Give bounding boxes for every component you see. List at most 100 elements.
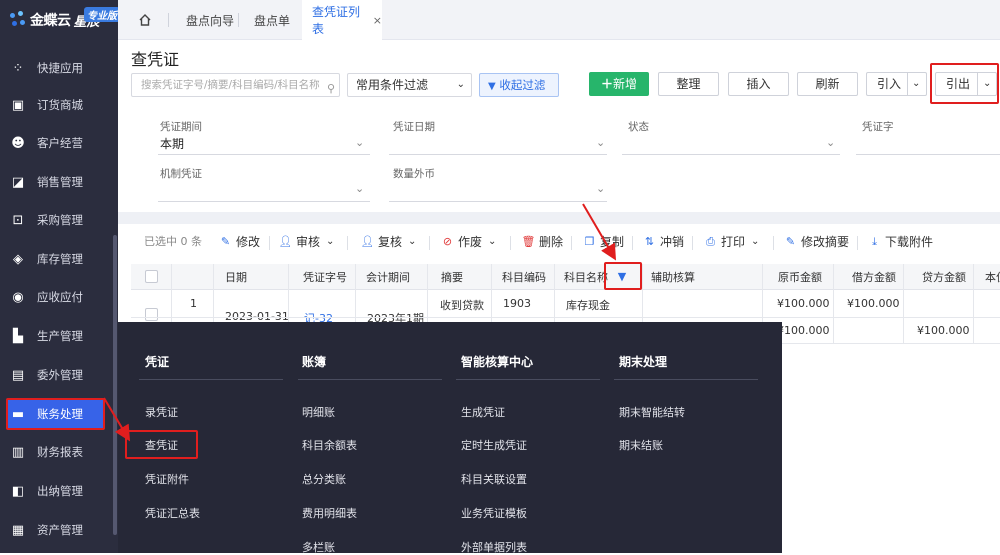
- sidebar-item-inventory[interactable]: ◈ 库存管理: [0, 240, 118, 278]
- sidebar-item-outsource[interactable]: ▤ 委外管理: [0, 356, 118, 394]
- column-divider: [903, 264, 904, 344]
- section-gap: [118, 212, 1000, 224]
- chevron-down-icon[interactable]: ⌄: [912, 73, 920, 95]
- menu-item-record-voucher[interactable]: 录凭证: [145, 404, 178, 420]
- toolbar-separator: [510, 236, 511, 250]
- toolbar-separator: [347, 236, 348, 250]
- chevron-down-icon[interactable]: ⌄: [596, 136, 605, 149]
- column-header-date[interactable]: 日期: [225, 269, 247, 285]
- add-button[interactable]: ＋新增: [589, 72, 649, 96]
- tab-voucher-list[interactable]: 查凭证列表 ×: [302, 0, 382, 40]
- copy-button[interactable]: ❐ 复制: [583, 233, 624, 250]
- sidebar-item-assets[interactable]: ▦ 资产管理: [0, 511, 118, 549]
- reverse-button[interactable]: ⇅ 冲销: [643, 233, 684, 250]
- column-header-period[interactable]: 会计期间: [366, 269, 410, 285]
- sidebar-item-cashier[interactable]: ◧ 出纳管理: [0, 472, 118, 510]
- reverse-icon: ⇅: [644, 235, 655, 248]
- sidebar-item-order-mall[interactable]: ▣ 订货商城: [0, 86, 118, 124]
- menu-item-generate-voucher[interactable]: 生成凭证: [461, 404, 505, 420]
- menu-item-smart-carryover[interactable]: 期末智能结转: [619, 404, 685, 420]
- filter-value[interactable]: 本期: [160, 135, 184, 152]
- sidebar-item-receivable[interactable]: ◉ 应收应付: [0, 278, 118, 316]
- chevron-down-icon[interactable]: ⌄: [826, 136, 835, 149]
- tab-inventory-guide[interactable]: 盘点向导: [186, 0, 234, 40]
- sidebar-item-sales[interactable]: ◪ 销售管理: [0, 163, 118, 201]
- collapse-filter-button[interactable]: ▼ 收起过滤: [479, 73, 559, 97]
- menu-item-period-close[interactable]: 期末结账: [619, 437, 663, 453]
- menu-item-general-ledger[interactable]: 总分类账: [302, 471, 346, 487]
- import-button[interactable]: 引入 ⌄: [866, 72, 927, 96]
- chevron-down-icon[interactable]: ⌄: [355, 182, 364, 195]
- column-header-debit[interactable]: 借方金额: [852, 269, 896, 285]
- cell-summary: 收到贷款: [440, 299, 484, 312]
- sidebar-item-label: 财务报表: [37, 445, 83, 459]
- sidebar-item-purchase[interactable]: ⊡ 采购管理: [0, 201, 118, 239]
- sidebar-item-label: 出纳管理: [37, 484, 83, 498]
- print-button[interactable]: ⎙ 打印 ⌄: [704, 233, 759, 250]
- audit-button[interactable]: 👤︎ 审核 ⌄: [279, 233, 335, 250]
- tab-separator: [238, 13, 239, 27]
- filter-underline[interactable]: [856, 154, 1000, 155]
- grid-icon: ⁘: [12, 60, 24, 76]
- menu-item-scheduled-voucher[interactable]: 定时生成凭证: [461, 437, 527, 453]
- insert-button[interactable]: 插入: [728, 72, 789, 96]
- sidebar-item-customer[interactable]: ☻ 客户经营: [0, 124, 118, 162]
- menu-item-account-balance[interactable]: 科目余额表: [302, 437, 357, 453]
- column-header-account-name[interactable]: 科目名称: [564, 269, 608, 285]
- delete-button[interactable]: 🗑︎ 删除: [522, 233, 564, 250]
- filter-select-value: 常用条件过滤: [356, 78, 429, 92]
- edit-summary-button[interactable]: ✎ 修改摘要: [784, 233, 849, 250]
- column-header-account-code[interactable]: 科目编码: [502, 269, 546, 285]
- menu-item-account-mapping[interactable]: 科目关联设置: [461, 471, 527, 487]
- sidebar-item-accounting[interactable]: ▬ 账务处理: [0, 395, 118, 433]
- download-icon: ⤓: [872, 234, 877, 248]
- search-icon[interactable]: ⚲: [324, 78, 335, 96]
- filter-underline[interactable]: [622, 154, 840, 155]
- refresh-button[interactable]: 刷新: [797, 72, 858, 96]
- chevron-down-icon[interactable]: ⌄: [355, 136, 364, 149]
- menu-item-voucher-attachment[interactable]: 凭证附件: [145, 471, 189, 487]
- logo[interactable]: 金蝶云 星辰 专业版: [8, 7, 120, 33]
- sidebar-item-reports[interactable]: ▥ 财务报表: [0, 433, 118, 471]
- filter-underline[interactable]: [389, 154, 607, 155]
- sidebar-item-production[interactable]: ▙ 生产管理: [0, 317, 118, 355]
- column-header-auxiliary[interactable]: 辅助核算: [651, 269, 695, 285]
- void-button[interactable]: ⊘ 作废 ⌄: [441, 233, 497, 250]
- menu-item-voucher-template[interactable]: 业务凭证模板: [461, 505, 527, 521]
- filter-underline[interactable]: [389, 201, 607, 202]
- column-header-credit[interactable]: 贷方金额: [922, 269, 966, 285]
- toolbar-separator: [773, 236, 774, 250]
- column-header-voucher[interactable]: 凭证字号: [303, 269, 347, 285]
- menu-column-title: 期末处理: [619, 355, 668, 369]
- filter-underline[interactable]: [158, 201, 370, 202]
- sidebar-item-label: 应收应付: [37, 290, 83, 304]
- close-icon[interactable]: ×: [373, 14, 382, 27]
- menu-item-detail-ledger[interactable]: 明细账: [302, 404, 335, 420]
- edit-button[interactable]: ✎ 修改: [219, 233, 260, 250]
- menu-item-voucher-summary[interactable]: 凭证汇总表: [145, 505, 200, 521]
- sidebar-scrollbar[interactable]: [113, 235, 117, 535]
- search-input[interactable]: 搜索凭证字号/摘要/科目编码/科目名称 ⚲: [131, 73, 340, 97]
- chevron-down-icon[interactable]: ⌄: [596, 182, 605, 195]
- menu-item-expense-detail[interactable]: 费用明细表: [302, 505, 357, 521]
- tab-label: 盘点向导: [186, 13, 235, 28]
- select-all-checkbox[interactable]: [145, 270, 158, 283]
- home-icon[interactable]: [132, 0, 158, 40]
- button-divider: [907, 73, 908, 95]
- row-checkbox[interactable]: [145, 308, 158, 321]
- download-attachment-button[interactable]: ⤓ 下载附件: [868, 233, 933, 250]
- menu-column-title: 凭证: [145, 355, 170, 369]
- review-button[interactable]: 👤︎ 复核 ⌄: [360, 233, 417, 250]
- sidebar-item-label: 快捷应用: [37, 61, 83, 75]
- organize-button[interactable]: 整理: [658, 72, 719, 96]
- column-header-summary[interactable]: 摘要: [441, 269, 463, 285]
- sidebar-item-quick-apps[interactable]: ⁘ 快捷应用: [0, 49, 118, 87]
- tab-inventory-sheet[interactable]: 盘点单: [254, 0, 290, 40]
- toolbar-label: 下载附件: [885, 235, 934, 249]
- filter-select[interactable]: 常用条件过滤 ⌄: [347, 73, 472, 97]
- cell-account-name: 库存现金: [566, 299, 610, 312]
- column-header-original-amount[interactable]: 原币金额: [778, 269, 822, 285]
- column-header-base[interactable]: 本位: [985, 269, 1000, 285]
- user-icon: 👤︎: [360, 235, 375, 248]
- toolbar-label: 作废: [458, 235, 483, 249]
